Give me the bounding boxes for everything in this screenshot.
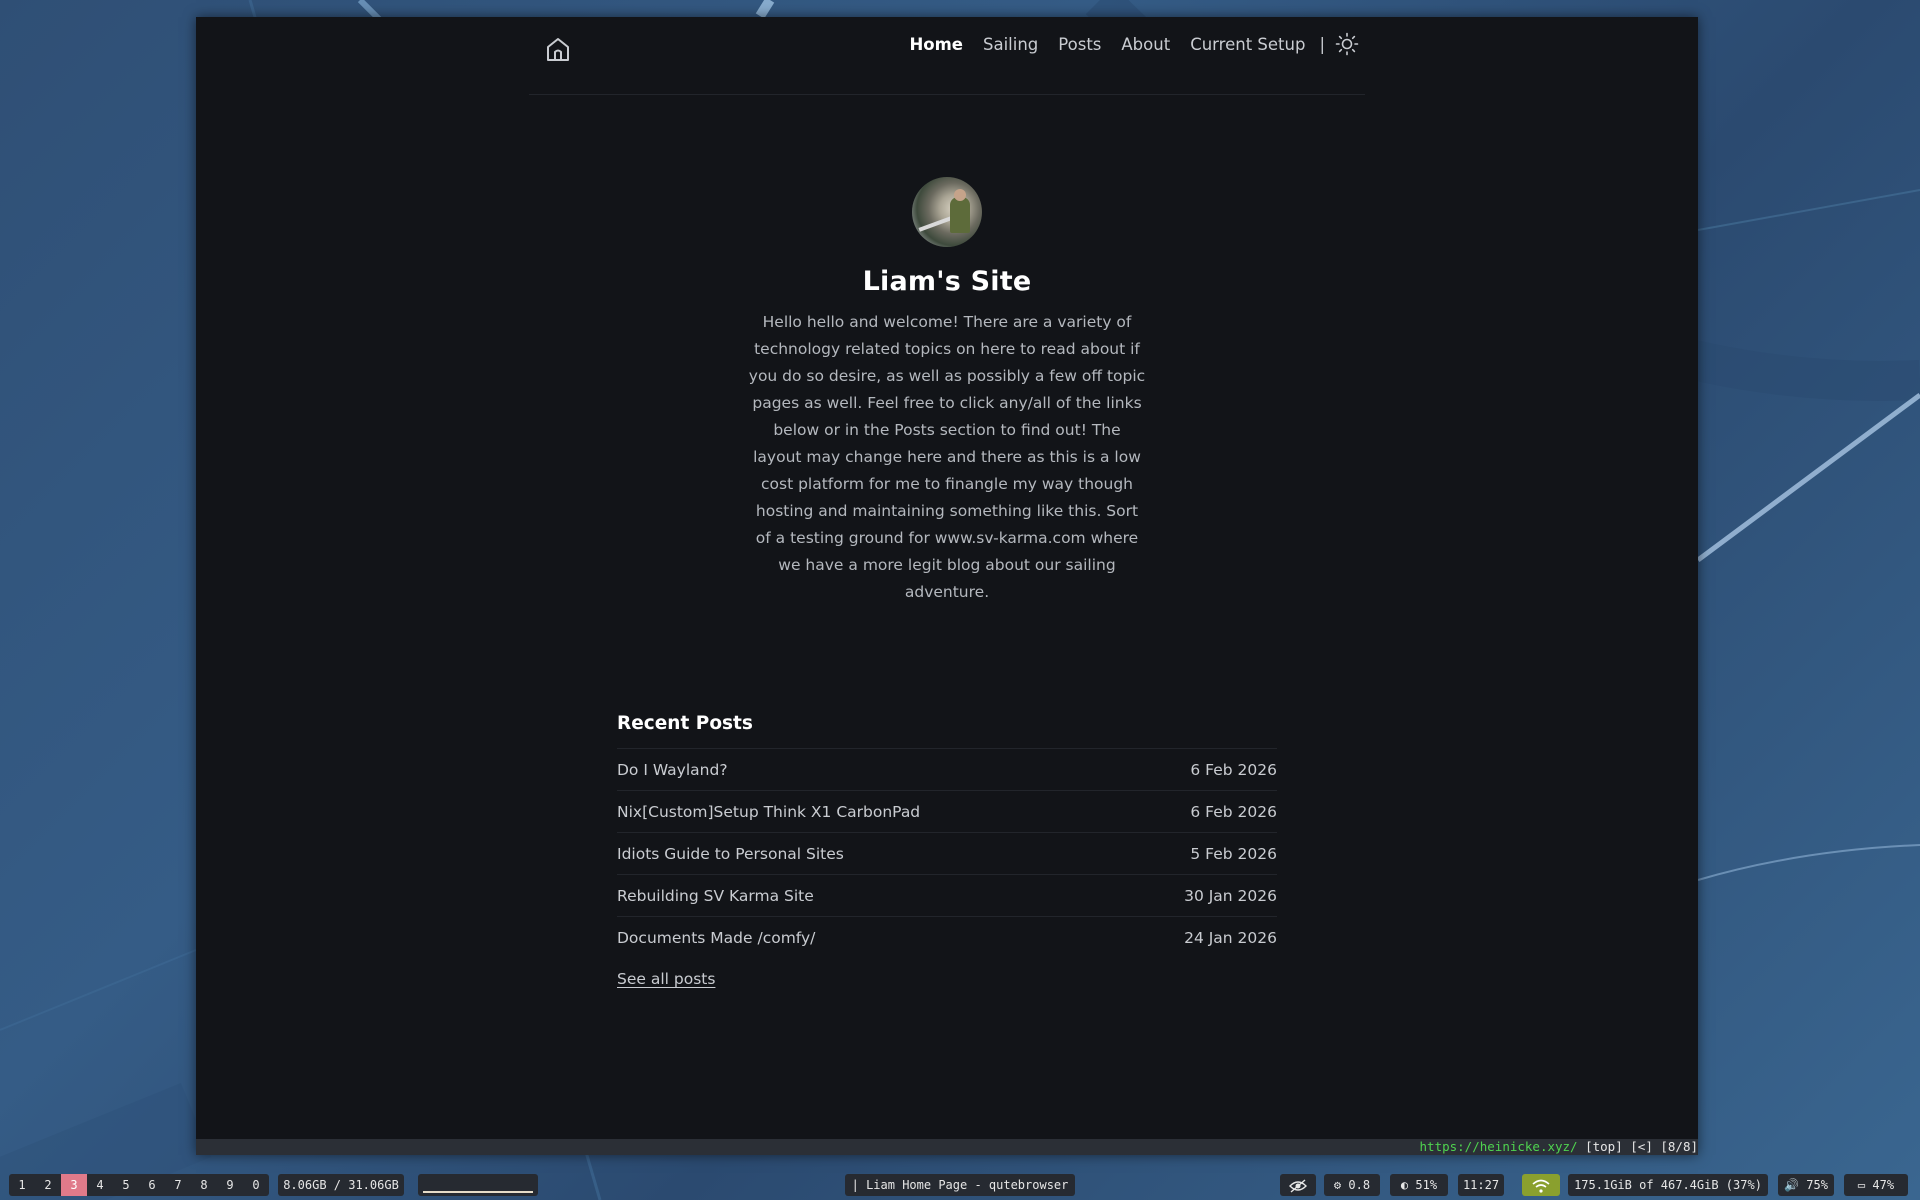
backlight[interactable]: ◐ 51% bbox=[1390, 1174, 1448, 1196]
idle-inhibit-icon[interactable] bbox=[1280, 1174, 1316, 1196]
backlight-value: 51% bbox=[1415, 1178, 1438, 1192]
volume[interactable]: 🔊 75% bbox=[1778, 1174, 1834, 1196]
nav-home[interactable]: Home bbox=[909, 35, 963, 54]
workspace-5[interactable]: 5 bbox=[113, 1174, 139, 1196]
site-title: Liam's Site bbox=[862, 266, 1032, 297]
browser-statusbar: https://heinicke.xyz/ [top] [<] [8/8] bbox=[196, 1139, 1698, 1155]
post-date: 5 Feb 2026 bbox=[1190, 844, 1277, 863]
speaker-icon: 🔊 bbox=[1784, 1178, 1800, 1192]
sun-icon[interactable] bbox=[1335, 32, 1359, 56]
nav-sailing[interactable]: Sailing bbox=[983, 35, 1038, 54]
intro-text: Hello hello and welcome! There are a var… bbox=[748, 313, 1146, 601]
wifi-icon[interactable] bbox=[1522, 1174, 1560, 1196]
post-date: 6 Feb 2026 bbox=[1190, 802, 1277, 821]
nav-separator: | bbox=[1319, 34, 1325, 54]
post-row[interactable]: Documents Made /comfy/ 24 Jan 2026 bbox=[617, 917, 1277, 958]
workspace-8[interactable]: 8 bbox=[191, 1174, 217, 1196]
post-date: 30 Jan 2026 bbox=[1184, 886, 1277, 905]
workspace-3[interactable]: 3 bbox=[61, 1174, 87, 1196]
workspace-0[interactable]: 0 bbox=[243, 1174, 269, 1196]
status-info: [top] [<] [8/8] bbox=[1585, 1139, 1698, 1154]
post-title[interactable]: Rebuilding SV Karma Site bbox=[617, 887, 814, 905]
brightness-setting-value: 0.8 bbox=[1348, 1178, 1371, 1192]
post-title[interactable]: Documents Made /comfy/ bbox=[617, 929, 815, 947]
disk-usage: 175.1GiB of 467.4GiB (37%) bbox=[1568, 1174, 1768, 1196]
avatar bbox=[912, 177, 982, 247]
workspace-1[interactable]: 1 bbox=[9, 1174, 35, 1196]
recent-posts: Recent Posts Do I Wayland? 6 Feb 2026 Ni… bbox=[617, 713, 1277, 988]
post-row[interactable]: Do I Wayland? 6 Feb 2026 bbox=[617, 749, 1277, 791]
post-row[interactable]: Nix[Custom]Setup Think X1 CarbonPad 6 Fe… bbox=[617, 791, 1277, 833]
post-date: 6 Feb 2026 bbox=[1190, 760, 1277, 779]
browser-window: Home Sailing Posts About Current Setup |… bbox=[196, 17, 1698, 1155]
post-date: 24 Jan 2026 bbox=[1184, 928, 1277, 947]
battery-value: 47% bbox=[1872, 1178, 1895, 1192]
brightness-setting[interactable]: ⚙ 0.8 bbox=[1324, 1174, 1380, 1196]
post-row[interactable]: Idiots Guide to Personal Sites 5 Feb 202… bbox=[617, 833, 1277, 875]
clock: 11:27 bbox=[1458, 1174, 1504, 1196]
main-nav: Home Sailing Posts About Current Setup | bbox=[909, 17, 1365, 71]
volume-value: 75% bbox=[1806, 1178, 1828, 1192]
workspace-switcher: 1 2 3 4 5 6 7 8 9 0 bbox=[9, 1174, 269, 1196]
workspace-7[interactable]: 7 bbox=[165, 1174, 191, 1196]
post-title[interactable]: Do I Wayland? bbox=[617, 761, 728, 779]
post-list: Do I Wayland? 6 Feb 2026 Nix[Custom]Setu… bbox=[617, 748, 1277, 958]
nav-current-setup[interactable]: Current Setup bbox=[1190, 35, 1305, 54]
taskbar: 1 2 3 4 5 6 7 8 9 0 8.06GB / 31.06GB | L… bbox=[0, 1172, 1920, 1198]
workspace-2[interactable]: 2 bbox=[35, 1174, 61, 1196]
site-header: Home Sailing Posts About Current Setup | bbox=[529, 17, 1365, 95]
memory-usage: 8.06GB / 31.06GB bbox=[278, 1174, 404, 1196]
recent-posts-heading: Recent Posts bbox=[617, 713, 753, 734]
post-title[interactable]: Idiots Guide to Personal Sites bbox=[617, 845, 844, 863]
battery: ▭ 47% bbox=[1844, 1174, 1908, 1196]
workspace-4[interactable]: 4 bbox=[87, 1174, 113, 1196]
cpu-graph bbox=[418, 1174, 538, 1196]
post-row[interactable]: Rebuilding SV Karma Site 30 Jan 2026 bbox=[617, 875, 1277, 917]
status-url: https://heinicke.xyz/ bbox=[1419, 1139, 1578, 1154]
contrast-icon: ◐ bbox=[1400, 1178, 1409, 1192]
home-icon[interactable] bbox=[543, 34, 573, 64]
workspace-9[interactable]: 9 bbox=[217, 1174, 243, 1196]
nav-posts[interactable]: Posts bbox=[1058, 35, 1101, 54]
workspace-6[interactable]: 6 bbox=[139, 1174, 165, 1196]
see-all-posts-link[interactable]: See all posts bbox=[617, 970, 715, 988]
hero-section: Liam's Site Hello hello and welcome! The… bbox=[196, 177, 1698, 606]
window-title: | Liam Home Page - qutebrowser bbox=[845, 1174, 1075, 1196]
gear-icon: ⚙ bbox=[1333, 1178, 1342, 1192]
nav-about[interactable]: About bbox=[1121, 35, 1170, 54]
battery-icon: ▭ bbox=[1857, 1178, 1866, 1192]
post-title[interactable]: Nix[Custom]Setup Think X1 CarbonPad bbox=[617, 803, 920, 821]
